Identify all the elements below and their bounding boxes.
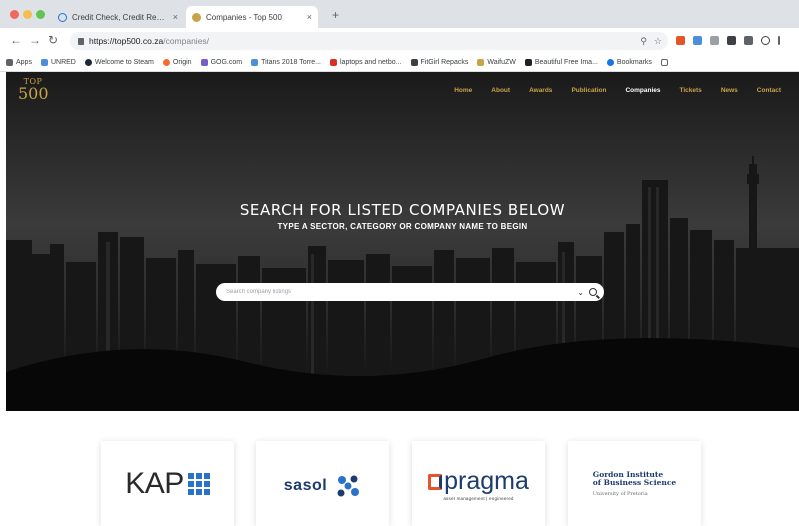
close-tab-icon[interactable]: × [307, 12, 312, 22]
nav-companies[interactable]: Companies [625, 87, 660, 94]
bookmark-favicon-icon [40, 59, 48, 66]
chevron-down-icon[interactable]: ⌄ [577, 288, 584, 297]
bookmark-item[interactable]: FitGirl Repacks [410, 59, 468, 66]
extension-icon[interactable] [744, 36, 753, 45]
bookmark-item[interactable]: GOG.com [200, 59, 242, 66]
bookmark-favicon-icon [410, 59, 418, 66]
extension-icon[interactable] [710, 36, 719, 45]
bookmark-favicon-icon [330, 59, 337, 66]
bookmark-favicon-icon [251, 59, 259, 66]
kap-logo-text: KAP [125, 467, 184, 500]
nav-tickets[interactable]: Tickets [680, 87, 702, 94]
kap-logo: KAP [125, 469, 210, 499]
pragma-logo-text: pragma [444, 467, 529, 495]
company-search-input[interactable] [226, 289, 578, 295]
nav-home[interactable]: Home [454, 87, 472, 94]
extension-icon[interactable] [727, 36, 736, 45]
tab-credit-check[interactable]: Credit Check, Credit Report & ... × [52, 6, 184, 28]
forward-arrow-icon[interactable]: → [29, 33, 41, 47]
address-bar[interactable]: https://top500.co.za/companies/ ⚲ ☆ [70, 32, 668, 50]
profile-avatar-icon[interactable] [761, 36, 770, 45]
bookmark-item[interactable]: Titans 2018 Torre... [251, 59, 321, 66]
bookmark-item[interactable]: Origin [162, 59, 192, 66]
bookmark-item[interactable]: laptops and netbo... [330, 59, 402, 66]
logo-number-text: 500 [18, 84, 49, 103]
tab-label: Companies - Top 500 [206, 12, 282, 22]
hero-title: SEARCH FOR LISTED COMPANIES BELOW [239, 201, 566, 219]
top500-favicon-icon [192, 12, 201, 22]
browser-menu-icon[interactable] [778, 36, 780, 45]
bookmark-item[interactable]: Beautiful Free Ima... [524, 59, 598, 66]
close-tab-icon[interactable]: × [173, 12, 178, 22]
browser-toolbar: ← → ↻ https://top500.co.za/companies/ ⚲ … [0, 28, 799, 54]
origin-icon [162, 59, 170, 66]
url-path: /companies/ [163, 36, 210, 46]
zoom-icon[interactable]: ⚲ [640, 36, 647, 47]
reload-icon[interactable]: ↻ [48, 33, 58, 47]
folder-icon [660, 59, 668, 66]
company-card-kap[interactable]: KAP [101, 441, 234, 526]
extension-icon[interactable] [693, 36, 702, 45]
browser-tab-strip: Credit Check, Credit Report & ... × Comp… [0, 0, 799, 28]
bookmarks-bar: Apps UNRED Welcome to Steam Origin GOG.c… [0, 54, 799, 72]
bookmark-item[interactable]: Apps [6, 59, 32, 66]
url-host: https://top500.co.za [89, 36, 164, 46]
gibs-logo-text: Gordon Institute of Business Science [592, 470, 677, 488]
company-card-gibs[interactable]: Gordon Institute of Business Science Uni… [568, 441, 701, 526]
bookmark-item[interactable]: Welcome to Steam [84, 59, 154, 66]
close-window-button[interactable] [10, 10, 19, 19]
sasol-logo: sasol [284, 473, 361, 499]
bookmark-item[interactable]: Bookmarks [606, 59, 652, 66]
nav-publication[interactable]: Publication [571, 87, 606, 94]
company-card-pragma[interactable]: pragma asset management | engineered [412, 441, 545, 526]
apps-grid-icon [6, 59, 13, 66]
hero-section: TOP 500 Home About Awards Publication Co… [6, 72, 799, 411]
sasol-logo-text: sasol [283, 477, 328, 494]
search-icon[interactable] [589, 288, 597, 296]
back-arrow-icon[interactable]: ← [10, 33, 22, 47]
nav-awards[interactable]: Awards [529, 87, 552, 94]
bookmark-favicon-icon [606, 59, 614, 66]
gog-icon [200, 59, 208, 66]
tab-companies[interactable]: Companies - Top 500 × [186, 6, 318, 28]
extensions-area [676, 36, 780, 45]
pragma-logo: pragma asset management | engineered [428, 469, 529, 501]
company-search-bar: ⌄ [216, 283, 604, 301]
pragma-mark-icon [428, 473, 443, 490]
lock-icon [78, 37, 84, 45]
bookmark-folder[interactable] [660, 59, 668, 66]
gibs-logo: Gordon Institute of Business Science Uni… [592, 470, 677, 497]
bookmark-star-icon[interactable]: ☆ [654, 36, 662, 47]
main-navigation: Home About Awards Publication Companies … [454, 87, 781, 94]
nav-news[interactable]: News [721, 87, 738, 94]
bookmark-item[interactable]: UNRED [40, 59, 76, 66]
nav-about[interactable]: About [491, 87, 510, 94]
hero-subtitle: TYPE A SECTOR, CATEGORY OR COMPANY NAME … [277, 222, 528, 231]
sasol-molecule-icon [337, 475, 360, 497]
company-cards-section: KAP sasol pragma asset management | engi… [0, 411, 799, 526]
steam-icon [84, 59, 92, 66]
bookmark-favicon-icon [524, 59, 532, 66]
kap-dots-icon [187, 473, 210, 495]
maximize-window-button[interactable] [36, 10, 45, 19]
credit-check-favicon-icon [58, 12, 67, 22]
new-tab-button[interactable]: + [332, 9, 339, 21]
gibs-university-text: University of Pretoria [592, 490, 648, 497]
nav-contact[interactable]: Contact [757, 87, 781, 94]
company-card-sasol[interactable]: sasol [256, 441, 389, 526]
bookmark-item[interactable]: WaifuZW [477, 59, 516, 66]
city-skyline-illustration [6, 72, 799, 411]
bookmark-favicon-icon [477, 59, 485, 66]
tab-label: Credit Check, Credit Report & ... [72, 12, 168, 22]
pragma-tagline: asset management | engineered [443, 496, 514, 501]
minimize-window-button[interactable] [23, 10, 32, 19]
extension-icon[interactable] [676, 36, 685, 45]
top500-logo[interactable]: TOP 500 [18, 78, 49, 110]
